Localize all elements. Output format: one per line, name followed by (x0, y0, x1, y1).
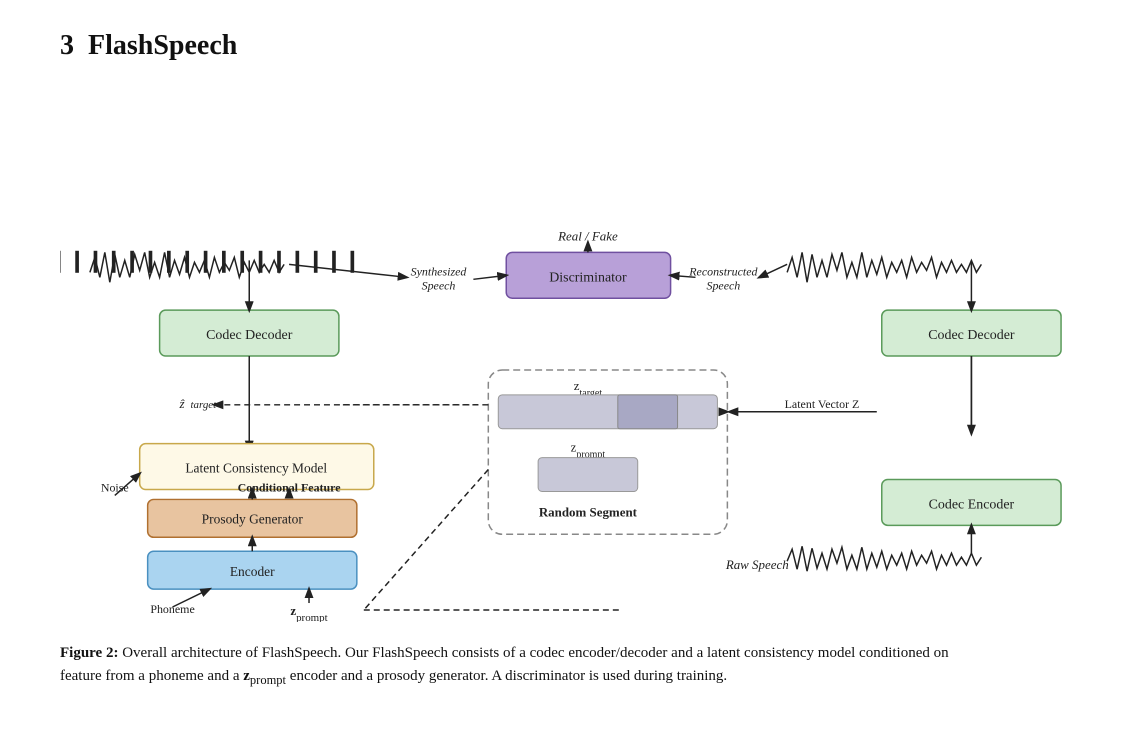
zprompt-label-bottom: zprompt (290, 603, 327, 622)
random-segment-label: Random Segment (539, 504, 638, 519)
zprompt-bar (538, 458, 638, 492)
ztarget-highlight (618, 395, 678, 429)
encoder-label: Encoder (230, 564, 275, 579)
caption-sub: prompt (250, 673, 286, 687)
discriminator-label: Discriminator (549, 270, 627, 285)
real-fake-label: Real / Fake (557, 228, 618, 243)
arrow-wave-right-to-recon (759, 264, 787, 277)
caption-text2: encoder and a prosody generator. A discr… (286, 668, 727, 684)
synth-speech-label: Synthesized (411, 264, 467, 278)
recon-speech-label: Reconstructed (688, 264, 757, 278)
figure-label: Figure 2: (60, 645, 118, 661)
z-hat-target-label: ẑ (179, 396, 186, 411)
phoneme-label: Phoneme (150, 602, 194, 616)
ztarget-bar (498, 395, 717, 429)
dashed-zprompt-to-bottom (364, 470, 489, 610)
section-title: 3 FlashSpeech (60, 30, 1076, 62)
synth-speech-label2: Speech (422, 278, 456, 292)
waveform-raw-speech (787, 546, 981, 571)
caption-bold: z (243, 668, 250, 684)
codec-encoder-label: Codec Encoder (929, 497, 1015, 512)
recon-speech-label2: Speech (706, 278, 740, 292)
diagram: ❙❙❙❙❙❙❙❙❙❙❙❙❙❙❙❙❙❙❙❙❙❙ Codec Decoder ẑ t… (60, 92, 1076, 622)
waveform-right-top (787, 252, 981, 282)
lcm-label: Latent Consistency Model (185, 461, 327, 476)
arrow-synth-to-disc (473, 275, 506, 279)
figure-caption: Figure 2: Overall architecture of FlashS… (60, 642, 960, 689)
codec-decoder-right-label: Codec Decoder (928, 328, 1015, 343)
raw-speech-label: Raw Speech (725, 557, 789, 572)
zprompt-label-inside: zprompt (571, 440, 606, 461)
z-hat-target-sub: target (190, 399, 217, 411)
latent-vector-z-label: Latent Vector Z (785, 397, 860, 411)
waveform-left-top: ❙❙❙❙❙❙❙❙❙❙❙❙❙❙❙❙❙❙❙❙❙❙ (60, 247, 362, 282)
codec-decoder-left-label: Codec Decoder (206, 328, 293, 343)
prosody-gen-label: Prosody Generator (202, 511, 304, 526)
